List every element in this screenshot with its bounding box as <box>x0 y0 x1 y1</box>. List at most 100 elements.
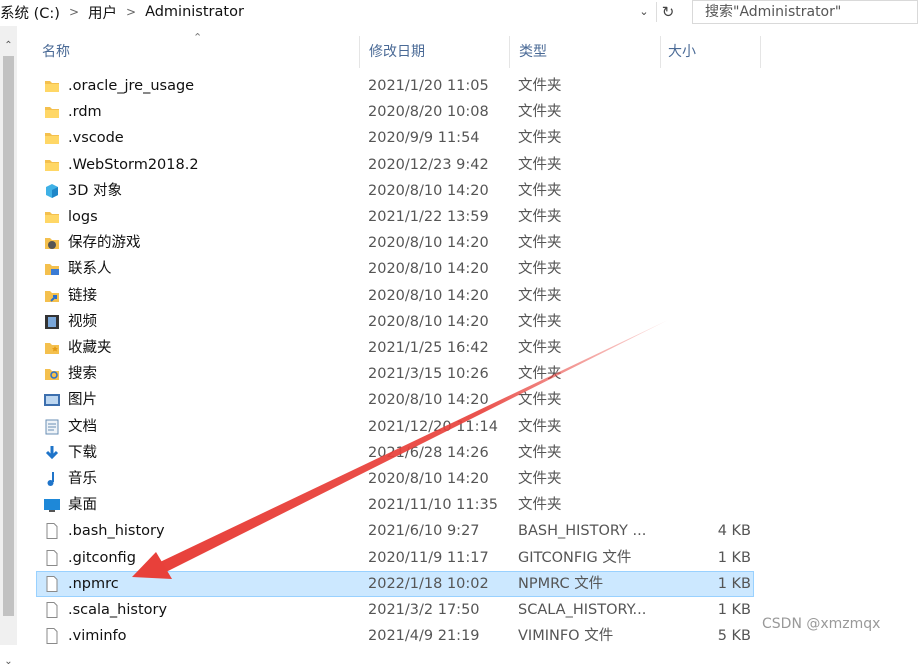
file-size: 1 KB <box>717 576 751 592</box>
file-type: 文件夹 <box>518 130 562 146</box>
breadcrumb-administrator[interactable]: Administrator <box>145 4 244 20</box>
file-icon <box>43 523 61 539</box>
file-size <box>618 466 751 492</box>
column-divider[interactable] <box>660 36 661 68</box>
downloads-icon <box>43 445 61 461</box>
file-date: 2020/8/10 14:20 <box>368 314 489 330</box>
folder-icon <box>43 157 61 173</box>
file-size: 5 KB <box>717 628 751 644</box>
folder-icon <box>43 78 61 94</box>
scroll-up-icon[interactable]: ⌃ <box>0 40 17 51</box>
file-name: .viminfo <box>68 628 127 644</box>
file-name: 收藏夹 <box>68 340 112 356</box>
file-date: 2020/11/9 11:17 <box>368 550 489 566</box>
file-date: 2022/1/18 10:02 <box>368 576 489 592</box>
file-name: 视频 <box>68 314 97 330</box>
file-date: 2020/8/10 14:20 <box>368 288 489 304</box>
file-size <box>618 440 751 466</box>
breadcrumb-users[interactable]: 用户 <box>88 2 117 23</box>
file-name: 音乐 <box>68 471 97 487</box>
file-name: 联系人 <box>68 261 112 277</box>
file-date: 2021/1/25 16:42 <box>368 340 489 356</box>
file-type: 文件夹 <box>518 78 562 94</box>
file-date: 2020/8/10 14:20 <box>368 392 489 408</box>
file-date: 2020/9/9 11:54 <box>368 130 480 146</box>
chevron-right-icon[interactable]: > <box>126 5 136 19</box>
column-header-type[interactable]: 类型 <box>519 36 547 68</box>
file-name: .bash_history <box>68 523 165 539</box>
file-type: 文件夹 <box>518 314 562 330</box>
file-name: 下载 <box>68 445 97 461</box>
file-date: 2021/3/2 17:50 <box>368 602 480 618</box>
file-size <box>618 178 751 204</box>
file-size <box>618 387 751 413</box>
folder-icon <box>43 209 61 225</box>
scroll-down-icon[interactable]: ⌄ <box>0 656 17 667</box>
folder-icon <box>43 130 61 146</box>
column-divider[interactable] <box>760 36 761 68</box>
file-date: 2021/1/22 13:59 <box>368 209 489 225</box>
breadcrumb-drive[interactable]: 系统 (C:) <box>0 2 60 23</box>
file-size <box>618 204 751 230</box>
column-header-date[interactable]: 修改日期 <box>369 36 425 68</box>
column-header-size[interactable]: 大小 <box>668 36 696 68</box>
documents-icon <box>43 419 61 435</box>
file-type: 文件夹 <box>518 235 562 251</box>
scrollbar-thumb[interactable] <box>3 56 14 616</box>
file-date: 2021/6/10 9:27 <box>368 523 480 539</box>
file-type: 文件夹 <box>518 419 562 435</box>
file-name: 链接 <box>68 288 97 304</box>
favorites-icon <box>43 340 61 356</box>
column-divider[interactable] <box>359 36 360 68</box>
file-date: 2020/8/10 14:20 <box>368 183 489 199</box>
vertical-scrollbar[interactable]: ⌃ ⌄ <box>0 26 17 667</box>
file-size <box>618 309 751 335</box>
file-size: 1 KB <box>717 602 751 618</box>
sort-ascending-icon: ⌃ <box>193 31 203 44</box>
file-date: 2020/8/20 10:08 <box>368 104 489 120</box>
desktop-icon <box>43 497 61 513</box>
file-date: 2021/12/20 11:14 <box>368 419 498 435</box>
file-size <box>618 361 751 387</box>
file-name: .npmrc <box>68 576 119 592</box>
folder-icon <box>43 104 61 120</box>
file-type: GITCONFIG 文件 <box>518 550 632 566</box>
file-type: 文件夹 <box>518 183 562 199</box>
column-header-name[interactable]: 名称 <box>42 36 70 68</box>
file-date: 2021/4/9 21:19 <box>368 628 480 644</box>
file-name: 文档 <box>68 419 97 435</box>
file-name: .gitconfig <box>68 550 136 566</box>
file-type: 文件夹 <box>518 261 562 277</box>
search-input[interactable]: 搜索"Administrator" <box>692 0 918 24</box>
file-icon <box>43 550 61 566</box>
column-divider[interactable] <box>509 36 510 68</box>
file-name: .scala_history <box>68 602 168 618</box>
refresh-icon[interactable]: ↻ <box>656 2 679 22</box>
music-icon <box>43 471 61 487</box>
file-date: 2021/1/20 11:05 <box>368 78 489 94</box>
watermark: CSDN @xmzmqx <box>762 616 881 632</box>
file-date: 2021/3/15 10:26 <box>368 366 489 382</box>
file-type: VIMINFO 文件 <box>518 628 614 644</box>
file-size <box>618 73 751 99</box>
file-size <box>618 99 751 125</box>
chevron-right-icon[interactable]: > <box>69 5 79 19</box>
file-type: 文件夹 <box>518 288 562 304</box>
pictures-icon <box>43 392 61 408</box>
links-icon <box>43 288 61 304</box>
address-dropdown-icon[interactable]: ⌄ <box>636 4 652 20</box>
file-size: 4 KB <box>717 523 751 539</box>
file-size: 1 KB <box>717 550 751 566</box>
file-date: 2021/6/28 14:26 <box>368 445 489 461</box>
address-bar: 系统 (C:) > 用户 > Administrator ⌄ ↻ 搜索"Admi… <box>0 0 918 26</box>
file-name: 搜索 <box>68 366 97 382</box>
videos-icon <box>43 314 61 330</box>
file-icon <box>43 628 61 644</box>
file-type: 文件夹 <box>518 157 562 173</box>
file-type: 文件夹 <box>518 392 562 408</box>
file-name: .WebStorm2018.2 <box>68 157 199 173</box>
contacts-icon <box>43 261 61 277</box>
breadcrumb: 系统 (C:) > 用户 > Administrator <box>0 0 244 24</box>
file-icon <box>43 576 61 592</box>
file-size <box>618 256 751 282</box>
